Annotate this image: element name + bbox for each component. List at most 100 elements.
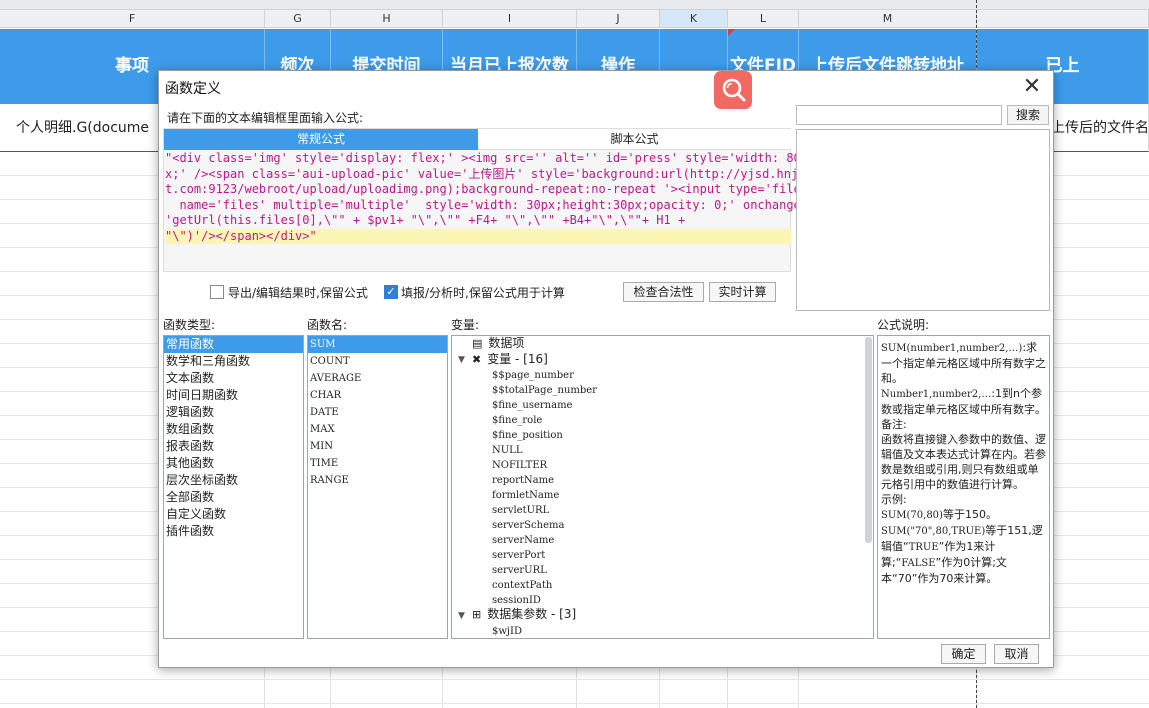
column-header-f[interactable]: F [0, 10, 265, 28]
list-item[interactable]: 报表函数 [164, 438, 303, 455]
list-item[interactable]: MAX [308, 421, 447, 438]
expand-caret-icon[interactable]: ▼ [458, 355, 465, 365]
tree-label: 数据集参数 - [3] [487, 607, 577, 621]
list-item[interactable]: AVERAGE [308, 370, 447, 387]
tree-variable[interactable]: $$totalPage_number [492, 383, 597, 398]
column-header-j[interactable]: J [577, 10, 660, 28]
list-item[interactable]: RANGE [308, 472, 447, 489]
tree-label: serverSchema [492, 520, 565, 531]
desc-example-1-result: 等于150。 [942, 508, 997, 521]
column-header-g[interactable]: G [265, 10, 331, 28]
tree-variable[interactable]: serverPort [492, 548, 545, 563]
tree-label: $$page_number [492, 370, 574, 381]
column-header-i[interactable]: I [443, 10, 577, 28]
tree-data-item[interactable]: ▤ 数据项 [472, 336, 524, 351]
tree-variable[interactable]: serverURL [492, 563, 547, 578]
tree-variable[interactable]: servletURL [492, 503, 549, 518]
tree-label: NULL [492, 445, 523, 456]
list-item[interactable]: 插件函数 [164, 523, 303, 540]
tree-variables-group[interactable]: ✖ 变量 - [16] [472, 352, 548, 367]
list-item[interactable]: 其他函数 [164, 455, 303, 472]
tree-variable[interactable]: serverSchema [492, 518, 564, 533]
code-line-empty[interactable] [165, 244, 791, 260]
tree-dataset-group[interactable]: ⊞ 数据集参数 - [3] [472, 607, 576, 622]
tree-label: formletName [492, 490, 560, 501]
column-header-h[interactable]: H [331, 10, 443, 28]
close-icon[interactable]: ✕ [1019, 75, 1045, 101]
tree-label: 变量 - [16] [487, 352, 548, 366]
tree-label: serverURL [492, 565, 547, 576]
function-name-label: 函数名: [307, 318, 348, 332]
code-line[interactable]: 'getUrl(this.files[0],\"" + $pv1+ "\",\"… [165, 213, 791, 229]
tree-variable[interactable]: $fine_role [492, 413, 542, 428]
function-definition-dialog: 函数定义 ✕ 请在下面的文本编辑框里面输入公式: 常规公式 脚本公式 "<div… [158, 70, 1054, 668]
code-line[interactable]: x;' /><span class='aui-upload-pic' value… [165, 167, 805, 183]
column-header-m[interactable]: M [799, 10, 977, 28]
list-item[interactable]: 逻辑函数 [164, 404, 303, 421]
formula-editor[interactable]: 常规公式 脚本公式 "<div class='img' style='displ… [163, 128, 808, 272]
tree-variable[interactable]: serverName [492, 533, 554, 548]
list-item[interactable]: 时间日期函数 [164, 387, 303, 404]
list-item[interactable]: 全部函数 [164, 489, 303, 506]
tree-variable[interactable]: $fine_position [492, 428, 563, 443]
tree-variable[interactable]: sessionID [492, 593, 541, 608]
list-item[interactable]: MIN [308, 438, 447, 455]
param-icon: ⊞ [472, 608, 482, 621]
list-item[interactable]: TIME [308, 455, 447, 472]
tree-label: servletURL [492, 505, 550, 516]
column-header-blank[interactable] [977, 10, 1149, 28]
list-item[interactable]: 层次坐标函数 [164, 472, 303, 489]
code-line[interactable]: name='files' multiple='multiple' style='… [165, 198, 808, 214]
list-item[interactable]: CHAR [308, 387, 447, 404]
tree-variable[interactable]: $$page_number [492, 368, 574, 383]
desc-false-literal: FALSE [901, 558, 936, 569]
desc-true-literal: TRUE [908, 542, 939, 553]
list-item[interactable]: 数组函数 [164, 421, 303, 438]
search-button[interactable]: 搜索 [1007, 105, 1049, 125]
tree-label: $fine_role [492, 415, 543, 426]
list-item[interactable]: 文本函数 [164, 370, 303, 387]
list-item[interactable]: COUNT [308, 353, 447, 370]
function-search-input[interactable] [796, 105, 1002, 125]
function-type-list[interactable]: 常用函数 数学和三角函数 文本函数 时间日期函数 逻辑函数 数组函数 报表函数 其他函数 层次坐… [163, 335, 304, 639]
code-line[interactable]: "<div class='img' style='display: flex;'… [165, 151, 808, 167]
tree-variable[interactable]: formletName [492, 488, 559, 503]
tree-dataset-param[interactable]: $wjID [492, 624, 522, 638]
column-header-l[interactable]: L [728, 10, 799, 28]
check-validity-button[interactable]: 检查合法性 [623, 282, 704, 302]
tree-label: $fine_position [492, 430, 563, 441]
list-item[interactable]: 常用函数 [164, 336, 303, 353]
desc-example-2: SUM("70",80,TRUE) [881, 526, 986, 537]
keep-on-fill-label: 填报/分析时,保留公式用于计算 [401, 286, 565, 300]
variable-tree[interactable]: ▤ 数据项 ▼ ✖ 变量 - [16] $$page_number $$totalPage_… [451, 335, 874, 639]
expand-caret-icon[interactable]: ▼ [458, 611, 465, 621]
list-item[interactable]: 数学和三角函数 [164, 353, 303, 370]
tab-normal-formula[interactable]: 常规公式 [164, 129, 478, 150]
formula-code[interactable]: "<div class='img' style='display: flex;'… [164, 151, 808, 271]
search-badge-icon[interactable] [714, 71, 752, 109]
code-line[interactable]: "\")'/></span></div>" [165, 228, 791, 244]
function-name-list[interactable]: SUM COUNT AVERAGE CHAR DATE MAX MIN TIME RANGE [307, 335, 448, 639]
search-results-box [796, 129, 1050, 311]
column-header-k[interactable]: K [660, 10, 728, 28]
tree-variable[interactable]: reportName [492, 473, 554, 488]
keep-on-export-checkbox[interactable] [210, 285, 224, 299]
tree-variable[interactable]: NULL [492, 443, 522, 458]
list-item[interactable]: 自定义函数 [164, 506, 303, 523]
cancel-button[interactable]: 取消 [994, 644, 1039, 664]
code-line[interactable]: t.com:9123/webroot/upload/uploadimg.png)… [165, 182, 808, 198]
realtime-calc-button[interactable]: 实时计算 [709, 282, 776, 302]
tab-script-formula[interactable]: 脚本公式 [478, 129, 791, 150]
variable-label: 变量: [451, 318, 480, 332]
tree-label: $$totalPage_number [492, 385, 597, 396]
ok-button[interactable]: 确定 [941, 644, 986, 664]
desc-note: 函数将直接键入参数中的数值、逻辑值及文本表达式计算在内。若参数是数组或引用,则只… [881, 433, 1046, 491]
tree-variable[interactable]: contextPath [492, 578, 552, 593]
tree-variable[interactable]: NOFILTER [492, 458, 547, 473]
variable-tree-scrollbar[interactable] [865, 337, 872, 543]
function-type-label: 函数类型: [163, 318, 216, 332]
list-item[interactable]: DATE [308, 404, 447, 421]
list-item[interactable]: SUM [308, 336, 447, 353]
keep-on-fill-checkbox[interactable]: ✓ [384, 285, 398, 299]
tree-variable[interactable]: $fine_username [492, 398, 572, 413]
